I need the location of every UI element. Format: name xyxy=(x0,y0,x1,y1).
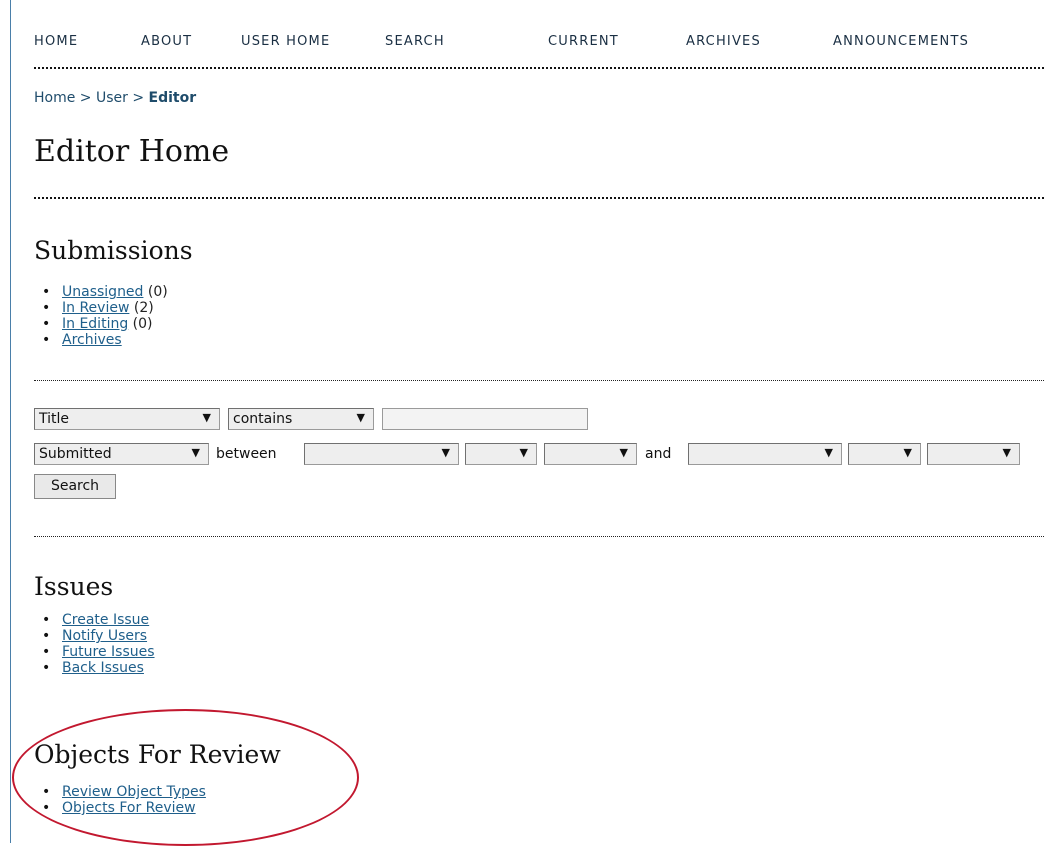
submissions-list: Unassigned (0) In Review (2) In Editing … xyxy=(42,284,168,348)
nav-archives[interactable]: ARCHIVES xyxy=(686,34,761,49)
date-field-select-value: Submitted xyxy=(39,446,112,462)
notify-users-link[interactable]: Notify Users xyxy=(62,628,147,644)
archives-link[interactable]: Archives xyxy=(62,332,122,348)
chevron-down-icon: ▼ xyxy=(191,446,200,459)
title-divider xyxy=(34,197,1044,199)
list-item: In Review (2) xyxy=(42,300,168,316)
breadcrumb: Home > User > Editor xyxy=(34,90,196,106)
search-button[interactable]: Search xyxy=(34,474,116,499)
in-editing-count: (0) xyxy=(132,316,153,332)
list-item: Back Issues xyxy=(42,660,155,676)
objects-for-review-link[interactable]: Objects For Review xyxy=(62,800,196,816)
nav-search[interactable]: SEARCH xyxy=(385,34,445,49)
breadcrumb-separator: > xyxy=(132,90,145,106)
nav-current[interactable]: CURRENT xyxy=(548,34,619,49)
create-issue-link[interactable]: Create Issue xyxy=(62,612,149,628)
submissions-divider xyxy=(34,380,1044,381)
chevron-down-icon: ▼ xyxy=(202,411,211,424)
unassigned-count: (0) xyxy=(147,284,168,300)
from-year-select[interactable]: ▼ xyxy=(544,443,637,465)
from-day-select[interactable]: ▼ xyxy=(465,443,537,465)
to-month-select[interactable]: ▼ xyxy=(688,443,842,465)
nav-announcements[interactable]: ANNOUNCEMENTS xyxy=(833,34,969,49)
top-navigation: HOME ABOUT USER HOME SEARCH CURRENT ARCH… xyxy=(34,34,1044,54)
between-label: between xyxy=(216,446,277,462)
list-item: Archives xyxy=(42,332,168,348)
submissions-heading: Submissions xyxy=(34,236,193,265)
and-label: and xyxy=(645,446,672,462)
objects-for-review-heading: Objects For Review xyxy=(34,740,281,769)
chevron-down-icon: ▼ xyxy=(903,446,912,459)
date-field-select[interactable]: Submitted ▼ xyxy=(34,443,209,465)
chevron-down-icon: ▼ xyxy=(441,446,450,459)
in-review-link[interactable]: In Review xyxy=(62,300,129,316)
nav-home[interactable]: HOME xyxy=(34,34,78,49)
future-issues-link[interactable]: Future Issues xyxy=(62,644,155,660)
filters-divider xyxy=(34,536,1044,537)
in-review-count: (2) xyxy=(133,300,154,316)
review-object-types-link[interactable]: Review Object Types xyxy=(62,784,206,800)
issues-list: Create Issue Notify Users Future Issues … xyxy=(42,612,155,676)
search-input[interactable] xyxy=(382,408,588,430)
field-select[interactable]: Title ▼ xyxy=(34,408,220,430)
field-select-value: Title xyxy=(39,411,70,427)
chevron-down-icon: ▼ xyxy=(824,446,833,459)
match-select-value: contains xyxy=(233,411,293,427)
list-item: Objects For Review xyxy=(42,800,206,816)
nav-divider xyxy=(34,67,1044,69)
page-title: Editor Home xyxy=(34,134,230,169)
list-item: In Editing (0) xyxy=(42,316,168,332)
list-item: Create Issue xyxy=(42,612,155,628)
highlight-annotation-ellipse xyxy=(12,709,359,846)
nav-user-home[interactable]: USER HOME xyxy=(241,34,330,49)
chevron-down-icon: ▼ xyxy=(519,446,528,459)
objects-for-review-list: Review Object Types Objects For Review xyxy=(42,784,206,816)
chevron-down-icon: ▼ xyxy=(1002,446,1011,459)
breadcrumb-home[interactable]: Home xyxy=(34,90,75,106)
list-item: Unassigned (0) xyxy=(42,284,168,300)
to-day-select[interactable]: ▼ xyxy=(848,443,921,465)
in-editing-link[interactable]: In Editing xyxy=(62,316,128,332)
from-month-select[interactable]: ▼ xyxy=(304,443,459,465)
chevron-down-icon: ▼ xyxy=(619,446,628,459)
issues-heading: Issues xyxy=(34,572,114,601)
match-select[interactable]: contains ▼ xyxy=(228,408,374,430)
list-item: Review Object Types xyxy=(42,784,206,800)
breadcrumb-editor[interactable]: Editor xyxy=(149,90,197,106)
unassigned-link[interactable]: Unassigned xyxy=(62,284,143,300)
to-year-select[interactable]: ▼ xyxy=(927,443,1020,465)
left-border-line xyxy=(10,0,11,843)
chevron-down-icon: ▼ xyxy=(356,411,365,424)
breadcrumb-separator: > xyxy=(79,90,92,106)
list-item: Future Issues xyxy=(42,644,155,660)
nav-about[interactable]: ABOUT xyxy=(141,34,192,49)
back-issues-link[interactable]: Back Issues xyxy=(62,660,144,676)
breadcrumb-user[interactable]: User xyxy=(96,90,128,106)
list-item: Notify Users xyxy=(42,628,155,644)
